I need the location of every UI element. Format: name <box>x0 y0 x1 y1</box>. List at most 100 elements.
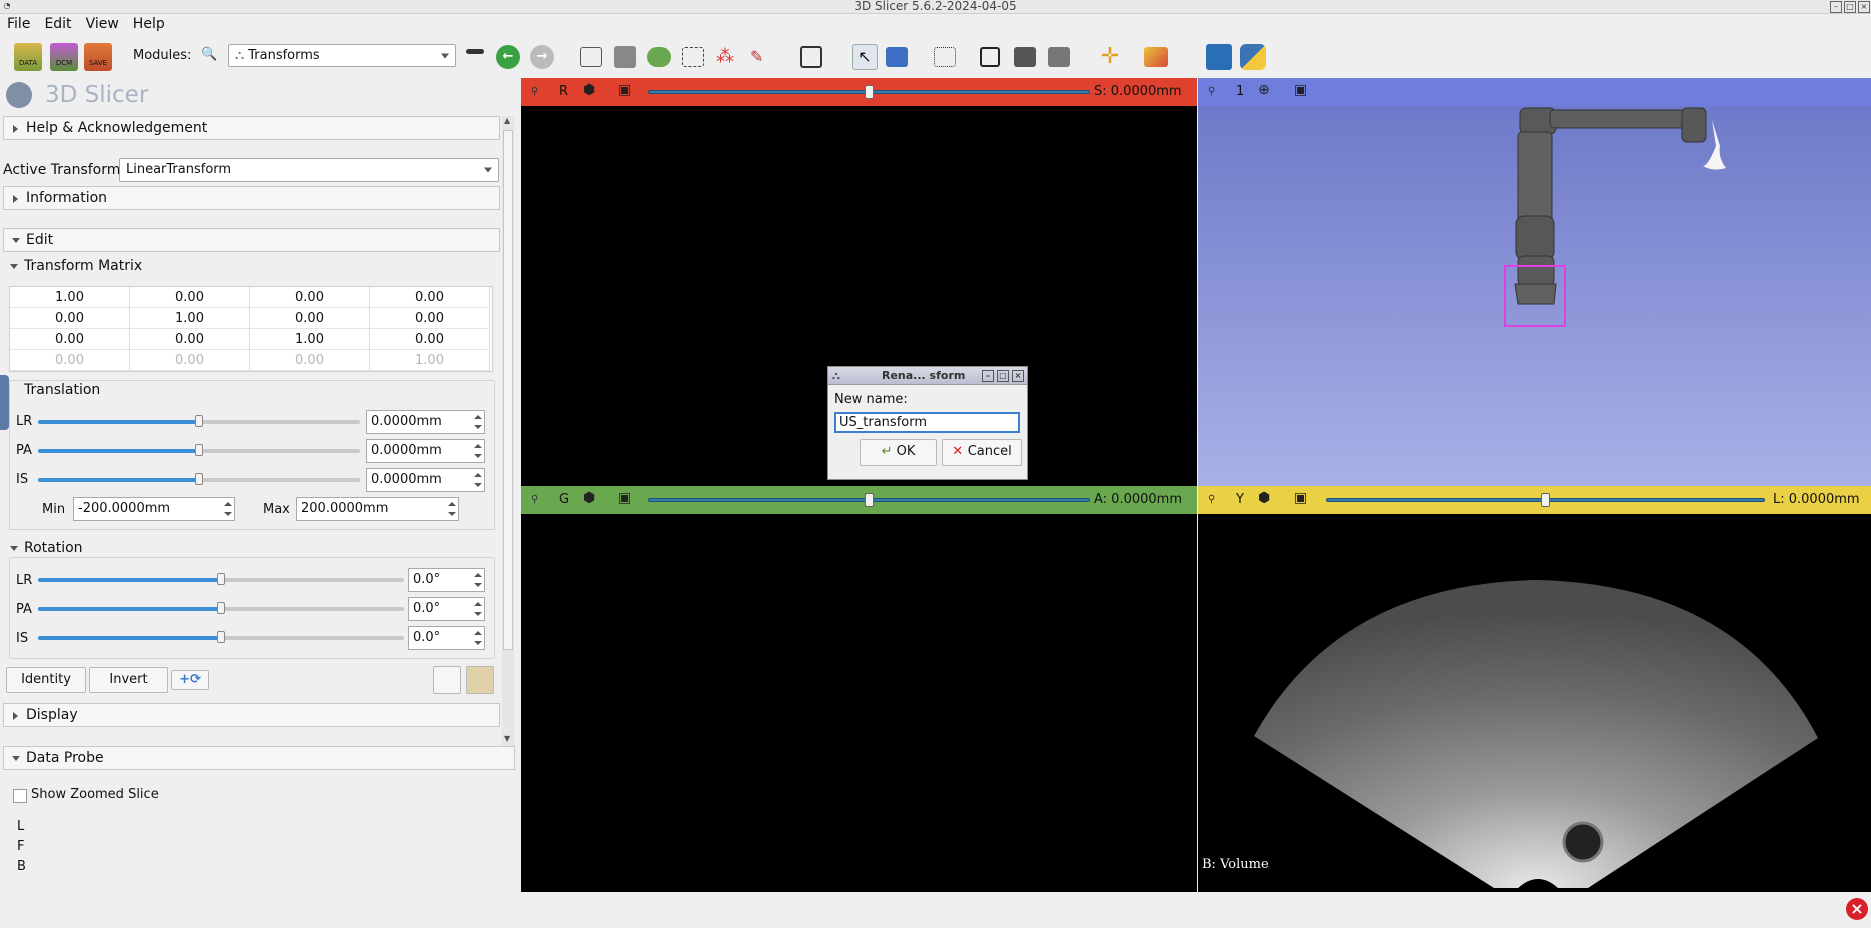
back-arrow-icon[interactable]: ← <box>496 45 520 69</box>
module-search-icon[interactable]: 🔍 <box>201 47 217 62</box>
matrix-cell[interactable]: 0.00 <box>370 308 490 329</box>
yellow-slice-view[interactable]: B: Volume <box>1198 514 1871 892</box>
matrix-cell[interactable]: 0.00 <box>10 308 130 329</box>
rotation-pa-slider[interactable] <box>38 602 404 614</box>
link-icon[interactable]: ⬢ <box>1258 490 1270 506</box>
save-icon[interactable]: SAVE <box>84 43 112 71</box>
error-log-icon[interactable]: × <box>1846 898 1868 920</box>
translation-min-spinbox[interactable]: -200.0000mm <box>73 497 235 521</box>
matrix-cell[interactable]: 0.00 <box>130 329 250 350</box>
menu-edit[interactable]: Edit <box>37 14 78 34</box>
translation-max-spinbox[interactable]: 200.0000mm <box>296 497 459 521</box>
cancel-button[interactable]: ✕ Cancel <box>942 439 1022 466</box>
translation-pa-slider[interactable] <box>38 444 360 456</box>
module-selector[interactable]: ⛬ Transforms <box>228 44 456 67</box>
translation-lr-spinbox[interactable]: 0.0000mm <box>366 410 485 434</box>
panel-collapse-handle[interactable] <box>0 375 9 430</box>
matrix-cell[interactable]: 0.00 <box>250 287 370 308</box>
menu-help[interactable]: Help <box>126 14 172 34</box>
minimize-icon[interactable]: – <box>1830 1 1842 13</box>
copy-icon[interactable] <box>433 666 461 694</box>
models-module-icon[interactable] <box>647 47 671 67</box>
translation-pa-spinbox[interactable]: 0.0000mm <box>366 439 485 463</box>
rotation-lr-slider[interactable] <box>38 573 404 585</box>
layout-history-icon[interactable] <box>466 49 484 54</box>
volumes-module-icon[interactable] <box>614 46 636 68</box>
maximize-view-icon[interactable]: ▣ <box>618 82 631 98</box>
matrix-cell[interactable]: 1.00 <box>130 308 250 329</box>
maximize-view-icon[interactable]: ▣ <box>1294 82 1307 98</box>
rotation-lr-spinbox[interactable]: 0.0° <box>408 568 485 592</box>
matrix-cell[interactable]: 1.00 <box>10 287 130 308</box>
capture-icon[interactable] <box>1048 47 1070 67</box>
green-slice-slider-handle[interactable] <box>865 493 874 507</box>
green-slice-view[interactable] <box>521 514 1197 892</box>
dialog-close-icon[interactable]: × <box>1012 370 1024 382</box>
yellow-slice-slider-handle[interactable] <box>1541 493 1550 507</box>
pin-icon[interactable]: ⚲ <box>531 494 545 505</box>
maximize-view-icon[interactable]: ▣ <box>1294 490 1307 506</box>
red-slice-slider-handle[interactable] <box>865 85 874 99</box>
scene-view-icon[interactable] <box>1014 47 1036 67</box>
ok-button[interactable]: ↵ OK <box>860 439 937 466</box>
maximize-icon[interactable]: □ <box>1844 1 1856 13</box>
menu-view[interactable]: View <box>79 14 126 34</box>
maximize-view-icon[interactable]: ▣ <box>618 490 631 506</box>
dialog-maximize-icon[interactable]: □ <box>997 370 1009 382</box>
identity-button[interactable]: Identity <box>6 667 86 693</box>
rotation-header[interactable]: Rotation <box>0 540 83 556</box>
information-section-header[interactable]: Information <box>3 186 500 210</box>
segment-editor-icon[interactable] <box>682 47 704 67</box>
matrix-cell[interactable]: 0.00 <box>370 287 490 308</box>
link-icon[interactable]: ⬢ <box>583 82 595 98</box>
show-zoomed-slice-checkbox[interactable] <box>13 789 27 803</box>
rotation-is-slider[interactable] <box>38 631 404 643</box>
extension-manager-icon[interactable] <box>800 46 822 68</box>
crop-module-icon[interactable]: ✎ <box>750 47 772 67</box>
load-data-icon[interactable]: DATA <box>14 43 42 71</box>
translation-is-slider[interactable] <box>38 473 360 485</box>
load-dicom-icon[interactable]: DCM <box>50 43 78 71</box>
paste-icon[interactable] <box>466 666 494 694</box>
matrix-cell[interactable]: 0.00 <box>10 329 130 350</box>
active-transform-selector[interactable]: LinearTransform <box>119 158 499 182</box>
crosshair-mode-icon[interactable] <box>934 47 956 67</box>
close-window-icon[interactable]: × <box>1858 1 1870 13</box>
dialog-titlebar[interactable]: ⛬ Rena... sform – □ × <box>828 367 1027 385</box>
python-console-icon[interactable] <box>1240 44 1266 70</box>
pin-icon[interactable]: ⚲ <box>1208 86 1222 97</box>
panel-scrollbar[interactable]: ▲ ▼ <box>502 116 514 746</box>
scrollbar-thumb[interactable] <box>503 130 513 650</box>
rotation-is-spinbox[interactable]: 0.0° <box>408 626 485 650</box>
link-icon[interactable]: ⬢ <box>583 490 595 506</box>
pin-icon[interactable]: ⚲ <box>1208 494 1222 505</box>
crosshair-icon[interactable]: ✛ <box>1098 46 1122 68</box>
invert-button[interactable]: Invert <box>89 667 168 693</box>
jupyter-icon[interactable] <box>1206 44 1232 70</box>
translation-lr-slider[interactable] <box>38 415 360 427</box>
menu-file[interactable]: File <box>0 14 37 34</box>
edit-section-header[interactable]: Edit <box>3 228 500 252</box>
matrix-cell[interactable]: 0.00 <box>250 308 370 329</box>
help-section-header[interactable]: Help & Acknowledgement <box>3 116 500 140</box>
place-fiducial-icon[interactable] <box>886 47 908 67</box>
new-name-input[interactable]: US_transform <box>834 412 1020 433</box>
matrix-cell[interactable]: 1.00 <box>250 329 370 350</box>
markups-module-icon[interactable]: ⁂ <box>716 47 738 67</box>
split-transform-button[interactable]: +⟳ <box>171 670 209 690</box>
matrix-cell[interactable]: 0.00 <box>370 329 490 350</box>
pin-icon[interactable]: ⚲ <box>531 86 545 97</box>
screenshot-icon[interactable] <box>980 47 1000 67</box>
window-level-icon[interactable] <box>1144 47 1168 67</box>
matrix-cell[interactable]: 0.00 <box>130 287 250 308</box>
forward-arrow-icon[interactable]: → <box>530 45 554 69</box>
view-transform-mode-icon[interactable]: ↖ <box>852 44 878 70</box>
threed-view[interactable] <box>1198 106 1871 486</box>
translation-is-spinbox[interactable]: 0.0000mm <box>366 468 485 492</box>
center-view-icon[interactable]: ⊕ <box>1258 82 1270 98</box>
data-module-icon[interactable] <box>580 47 602 67</box>
rotation-pa-spinbox[interactable]: 0.0° <box>408 597 485 621</box>
display-section-header[interactable]: Display <box>3 703 500 727</box>
data-probe-section-header[interactable]: Data Probe <box>3 746 515 770</box>
transform-matrix-header[interactable]: Transform Matrix <box>0 258 142 274</box>
